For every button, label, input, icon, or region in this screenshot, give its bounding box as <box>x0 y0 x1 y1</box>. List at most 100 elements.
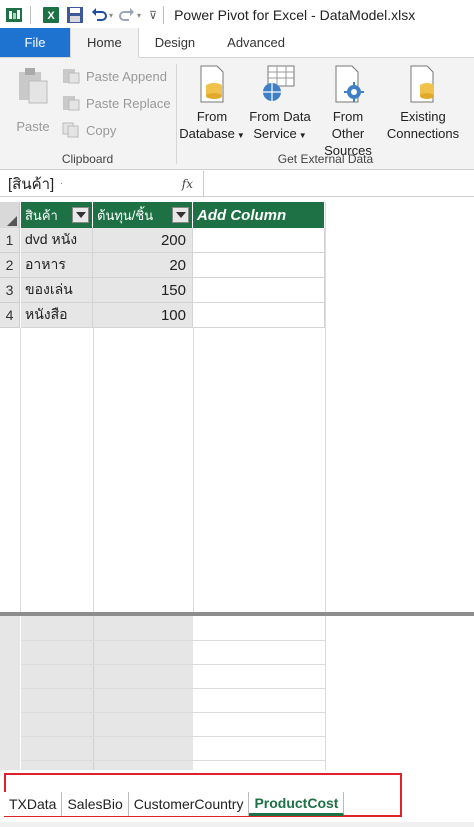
tab-advanced[interactable]: Advanced <box>211 28 301 57</box>
redo-dropdown-icon[interactable]: ▾ <box>137 11 141 20</box>
formula-bar: [สินค้า] · fx <box>0 170 474 197</box>
name-box-value: [สินค้า] <box>8 175 55 193</box>
sheet-tabs: TXData SalesBio CustomerCountry ProductC… <box>4 792 345 816</box>
external-data-group: From Database ▼ From Data Service ▼ From O… <box>177 58 474 170</box>
row-number[interactable]: 2 <box>0 253 20 278</box>
row-number[interactable]: 4 <box>0 303 20 328</box>
data-grid: สินค้า ต้นทุน/ชิ้น Add Column 1 dvd หนัง… <box>0 200 474 770</box>
sheet-tab-customercountry[interactable]: CustomerCountry <box>128 792 250 816</box>
paste-replace-icon <box>62 95 80 111</box>
external-data-group-label: Get External Data <box>277 152 374 166</box>
from-other-sources-button[interactable]: From Other Sources <box>315 64 381 159</box>
save-icon[interactable] <box>65 5 85 25</box>
data-service-icon <box>260 64 300 108</box>
redo-icon[interactable] <box>117 5 137 25</box>
copy-button[interactable]: Copy <box>62 122 116 138</box>
sheet-tab-txdata[interactable]: TXData <box>4 792 63 816</box>
sheet-tab-productcost[interactable]: ProductCost <box>249 792 345 816</box>
grid-line <box>21 664 325 665</box>
column-header-label: ต้นทุน/ชิ้น <box>97 207 154 223</box>
paste-button[interactable]: Paste <box>12 66 54 135</box>
existing-connections-icon <box>405 64 441 108</box>
row-number[interactable]: 1 <box>0 228 20 253</box>
undo-dropdown-icon[interactable]: ▾ <box>109 11 113 20</box>
tab-home[interactable]: Home <box>70 28 139 58</box>
from-data-service-button[interactable]: From Data Service ▼ <box>247 64 313 144</box>
table-cell-cost[interactable]: 200 <box>93 228 193 253</box>
tab-file[interactable]: File <box>0 28 70 57</box>
row-number[interactable]: 3 <box>0 278 20 303</box>
other-sources-icon <box>330 64 366 108</box>
grid-line <box>21 640 325 641</box>
grid-line <box>325 202 326 612</box>
table-cell-product[interactable]: หนังสือ <box>21 303 93 328</box>
column-header-cost[interactable]: ต้นทุน/ชิ้น <box>93 202 193 228</box>
fx-icon[interactable]: fx <box>100 170 204 197</box>
calculation-area-row-header <box>0 616 20 770</box>
from-data-service-label-2: Service <box>253 126 297 141</box>
filter-dropdown-icon[interactable] <box>172 207 189 223</box>
database-icon <box>195 64 229 108</box>
grid-line <box>325 616 326 770</box>
from-database-label-1: From <box>196 109 228 124</box>
tab-design[interactable]: Design <box>139 28 211 57</box>
paste-append-label: Paste Append <box>86 68 167 84</box>
table-cell-cost[interactable]: 100 <box>93 303 193 328</box>
from-database-button[interactable]: From Database ▼ <box>179 64 245 144</box>
existing-connections-label-2: Connections <box>386 126 460 141</box>
chevron-down-icon: ▼ <box>236 131 245 140</box>
ribbon-tabs: File Home Design Advanced <box>0 28 474 58</box>
grid-line <box>93 328 94 612</box>
existing-connections-button[interactable]: Existing Connections <box>385 64 461 142</box>
name-box[interactable]: [สินค้า] · <box>0 171 100 197</box>
clipboard-group-label: Clipboard <box>61 152 114 166</box>
name-box-dropdown-icon[interactable]: · <box>60 179 63 188</box>
column-header-product[interactable]: สินค้า <box>21 202 93 228</box>
formula-input[interactable] <box>204 171 474 197</box>
window-title: Power Pivot for Excel - DataModel.xlsx <box>174 7 416 23</box>
grid-line <box>21 760 325 761</box>
existing-connections-label-1: Existing <box>400 109 446 124</box>
paste-append-button[interactable]: Paste Append <box>62 68 167 84</box>
title-separator <box>163 6 165 24</box>
filter-dropdown-icon[interactable] <box>72 207 89 223</box>
svg-text:X: X <box>47 10 55 22</box>
paste-label: Paste <box>16 119 50 134</box>
grid-line <box>21 688 325 689</box>
grid-line <box>21 736 325 737</box>
table-cell-empty[interactable] <box>193 278 325 303</box>
status-bar <box>0 822 474 827</box>
grid-line <box>193 328 194 612</box>
table-cell-product[interactable]: อาหาร <box>21 253 93 278</box>
undo-icon[interactable] <box>89 5 109 25</box>
title-separator <box>30 6 31 24</box>
add-column-header[interactable]: Add Column <box>193 202 325 228</box>
table-cell-empty[interactable] <box>193 303 325 328</box>
table-cell-empty[interactable] <box>193 228 325 253</box>
from-data-service-label-1: From Data <box>249 109 311 124</box>
copy-icon <box>62 122 80 138</box>
from-database-label-2: Database <box>179 126 235 141</box>
paste-append-icon <box>62 68 80 84</box>
sheet-tab-salesbio[interactable]: SalesBio <box>62 792 129 816</box>
table-cell-product[interactable]: dvd หนัง <box>21 228 93 253</box>
sheet-tab-bar: TXData SalesBio CustomerCountry ProductC… <box>0 770 474 827</box>
table-cell-cost[interactable]: 150 <box>93 278 193 303</box>
copy-label: Copy <box>86 122 117 138</box>
table-cell-product[interactable]: ของเล่น <box>21 278 93 303</box>
table-cell-cost[interactable]: 20 <box>93 253 193 278</box>
from-other-sources-label-1: From Other <box>331 109 365 141</box>
table-cell-empty[interactable] <box>193 253 325 278</box>
paste-replace-button[interactable]: Paste Replace <box>62 95 171 111</box>
excel-icon[interactable]: X <box>41 5 61 25</box>
power-pivot-logo-icon <box>4 5 24 25</box>
clipboard-group: Paste Paste Append Paste Replace Copy Cl… <box>0 58 175 170</box>
ribbon: Paste Paste Append Paste Replace Copy Cl… <box>0 58 474 170</box>
customize-toolbar-icon[interactable]: ⊽ <box>149 9 157 22</box>
chevron-down-icon: ▼ <box>298 131 307 140</box>
title-bar: X ▾ ▾ ⊽ Power Pivot for Excel - DataMode… <box>0 0 474 30</box>
select-all-corner[interactable] <box>0 202 20 228</box>
paste-replace-label: Paste Replace <box>86 95 171 111</box>
column-header-label: สินค้า <box>25 207 58 223</box>
grid-line <box>21 712 325 713</box>
